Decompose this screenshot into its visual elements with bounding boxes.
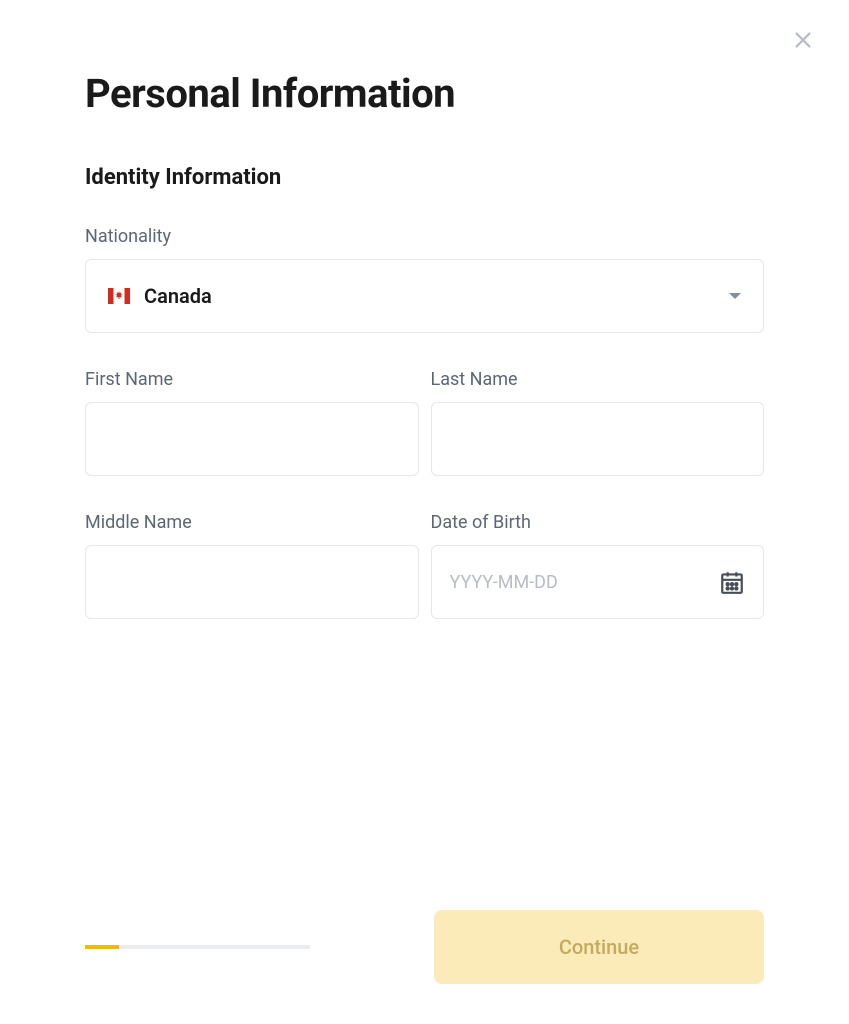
chevron-down-icon xyxy=(729,293,741,299)
last-name-field-group: Last Name xyxy=(431,369,765,476)
form-container: Personal Information Identity Informatio… xyxy=(0,0,849,619)
progress-bar-fill xyxy=(85,945,119,949)
middle-dob-row: Middle Name Date of Birth xyxy=(85,512,764,619)
first-name-input[interactable] xyxy=(85,402,419,476)
name-row: First Name Last Name xyxy=(85,369,764,476)
canada-flag-icon xyxy=(108,287,130,305)
middle-name-label: Middle Name xyxy=(85,512,419,533)
nationality-dropdown[interactable]: Canada xyxy=(85,259,764,333)
progress-bar xyxy=(85,945,310,949)
close-icon xyxy=(792,29,814,55)
close-button[interactable] xyxy=(789,28,817,56)
last-name-label: Last Name xyxy=(431,369,765,390)
footer: Continue xyxy=(85,910,764,984)
first-name-label: First Name xyxy=(85,369,419,390)
date-of-birth-input[interactable] xyxy=(431,545,765,619)
nationality-label: Nationality xyxy=(85,226,764,247)
nationality-selected-value: Canada xyxy=(144,284,729,308)
section-title: Identity Information xyxy=(85,165,764,190)
first-name-field-group: First Name xyxy=(85,369,419,476)
nationality-field-group: Nationality Canada xyxy=(85,226,764,333)
date-of-birth-label: Date of Birth xyxy=(431,512,765,533)
middle-name-input[interactable] xyxy=(85,545,419,619)
date-of-birth-field-group: Date of Birth xyxy=(431,512,765,619)
middle-name-field-group: Middle Name xyxy=(85,512,419,619)
page-title: Personal Information xyxy=(85,70,764,117)
last-name-input[interactable] xyxy=(431,402,765,476)
continue-button[interactable]: Continue xyxy=(434,910,764,984)
